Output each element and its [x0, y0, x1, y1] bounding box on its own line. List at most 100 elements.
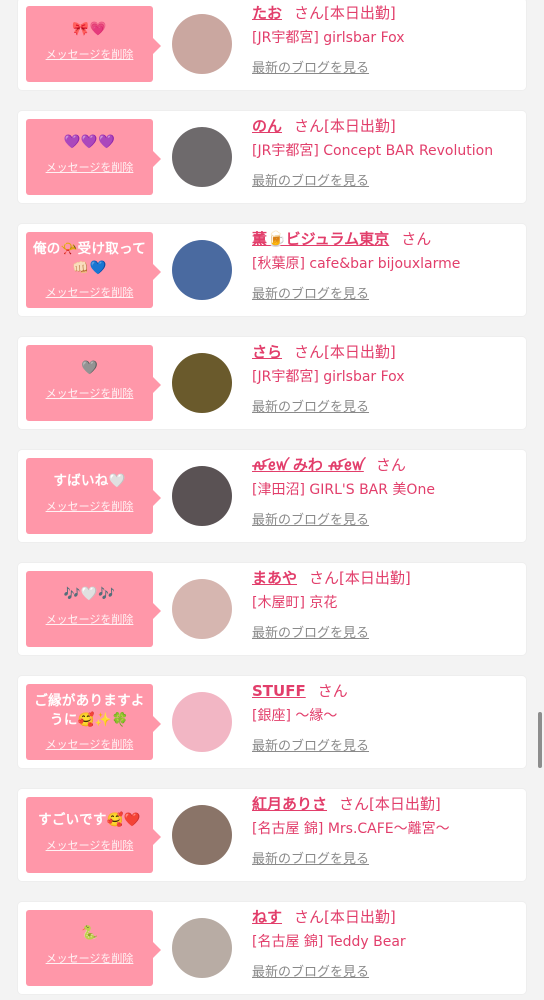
shop-name: [JR宇都宮] girlsbar Fox [252, 369, 405, 385]
message-list: 🎀💗 メッセージを削除 たお さん[本日出勤] [JR宇都宮] girlsbar Fox… [0, 0, 544, 1000]
avatar[interactable] [172, 692, 232, 752]
today-badge: [本日出勤] [324, 4, 396, 22]
delete-message-link[interactable]: メッセージを削除 [46, 46, 134, 62]
honorific: さん [375, 456, 406, 474]
message-card: 🩶 メッセージを削除 さら さん[本日出勤] [JR宇都宮] girlsbar Fox 最… [18, 337, 526, 429]
latest-blog-link[interactable]: 最新のブログを見る [252, 961, 369, 980]
message-bubble: すごいです🥰❤️ メッセージを削除 [26, 797, 161, 873]
cast-name-link[interactable]: さら [252, 343, 282, 361]
honorific: さん [401, 230, 432, 248]
cast-info: たお さん[本日出勤] [JR宇都宮] girlsbar Fox 最新のブログを見る [252, 2, 520, 76]
honorific: さん [317, 682, 348, 700]
latest-blog-link[interactable]: 最新のブログを見る [252, 170, 369, 189]
name-line: 薫🍺ビジュラム東京 さん [252, 228, 520, 250]
delete-message-link[interactable]: メッセージを削除 [46, 837, 134, 853]
name-line: 紅月ありさ さん[本日出勤] [252, 793, 520, 815]
cast-name-link[interactable]: たお [252, 4, 282, 22]
latest-blog-link[interactable]: 最新のブログを見る [252, 57, 369, 76]
message-bubble: 俺の📯受け取って👊🏻💙 メッセージを削除 [26, 232, 161, 308]
cast-name-link[interactable]: まあや [252, 569, 297, 587]
message-bubble: 💜💜💜 メッセージを削除 [26, 119, 161, 195]
message-text: すごいです🥰❤️ [38, 812, 141, 828]
avatar[interactable] [172, 466, 232, 526]
name-line: のん さん[本日出勤] [252, 115, 520, 137]
avatar[interactable] [172, 579, 232, 639]
delete-message-link[interactable]: メッセージを削除 [46, 611, 134, 627]
message-card: 俺の📯受け取って👊🏻💙 メッセージを削除 薫🍺ビジュラム東京 さん [秋葉原] cafe… [18, 224, 526, 316]
message-text: 🐍 [80, 925, 99, 941]
honorific: さん [309, 569, 340, 587]
message-text: 🎶🤍🎶 [63, 586, 116, 602]
cast-info: ねす さん[本日出勤] [名古屋 錦] Teddy Bear 最新のブログを見る [252, 906, 520, 980]
shop-name: [津田沼] GIRL'S BAR 美One [252, 482, 435, 498]
message-card: 🐍 メッセージを削除 ねす さん[本日出勤] [名古屋 錦] Teddy Bear 最新の… [18, 902, 526, 994]
cast-info: ꫛꫀꪝ みわ ꫛꫀꪝ さん [津田沼] GIRL'S BAR 美One 最新のブログを… [252, 454, 520, 528]
avatar[interactable] [172, 805, 232, 865]
message-card: 💜💜💜 メッセージを削除 のん さん[本日出勤] [JR宇都宮] Concept BAR… [18, 111, 526, 203]
message-text: 🩶 [80, 360, 99, 376]
today-badge: [本日出勤] [369, 795, 441, 813]
delete-message-link[interactable]: メッセージを削除 [46, 950, 134, 966]
honorific: さん [339, 795, 370, 813]
avatar[interactable] [172, 918, 232, 978]
delete-message-link[interactable]: メッセージを削除 [46, 736, 134, 752]
avatar[interactable] [172, 353, 232, 413]
name-line: さら さん[本日出勤] [252, 341, 520, 363]
shop-name: [JR宇都宮] Concept BAR Revolution [252, 143, 494, 159]
cast-name-link[interactable]: 薫🍺ビジュラム東京 [252, 230, 389, 248]
scrollbar[interactable] [538, 712, 542, 768]
message-text: ご縁がありますように🥰✨🍀 [34, 693, 145, 728]
avatar[interactable] [172, 127, 232, 187]
message-bubble: 🐍 メッセージを削除 [26, 910, 161, 986]
honorific: さん [294, 117, 325, 135]
message-bubble: 🎶🤍🎶 メッセージを削除 [26, 571, 161, 647]
name-line: まあや さん[本日出勤] [252, 567, 520, 589]
cast-info: まあや さん[本日出勤] [木屋町] 京花 最新のブログを見る [252, 567, 520, 641]
latest-blog-link[interactable]: 最新のブログを見る [252, 509, 369, 528]
message-text: 🎀💗 [72, 21, 107, 37]
latest-blog-link[interactable]: 最新のブログを見る [252, 283, 369, 302]
shop-name: [名古屋 錦] Mrs.CAFE〜離宮〜 [252, 821, 450, 837]
shop-name: [銀座] 〜縁〜 [252, 708, 338, 724]
today-badge: [本日出勤] [339, 569, 411, 587]
latest-blog-link[interactable]: 最新のブログを見る [252, 848, 369, 867]
name-line: STUFF さん [252, 680, 520, 702]
delete-message-link[interactable]: メッセージを削除 [46, 159, 134, 175]
message-bubble: すばいね🤍 メッセージを削除 [26, 458, 161, 534]
cast-name-link[interactable]: ꫛꫀꪝ みわ ꫛꫀꪝ [252, 456, 364, 474]
shop-name: [名古屋 錦] Teddy Bear [252, 934, 406, 950]
latest-blog-link[interactable]: 最新のブログを見る [252, 396, 369, 415]
cast-info: 紅月ありさ さん[本日出勤] [名古屋 錦] Mrs.CAFE〜離宮〜 最新のブログを… [252, 793, 520, 867]
cast-name-link[interactable]: ねす [252, 908, 282, 926]
honorific: さん [294, 343, 325, 361]
name-line: ꫛꫀꪝ みわ ꫛꫀꪝ さん [252, 454, 520, 476]
avatar[interactable] [172, 14, 232, 74]
message-card: ご縁がありますように🥰✨🍀 メッセージを削除 STUFF さん [銀座] 〜縁〜最新のブ… [18, 676, 526, 768]
today-badge: [本日出勤] [324, 117, 396, 135]
delete-message-link[interactable]: メッセージを削除 [46, 498, 134, 514]
avatar[interactable] [172, 240, 232, 300]
message-card: 🎀💗 メッセージを削除 たお さん[本日出勤] [JR宇都宮] girlsbar Fox… [18, 0, 526, 90]
name-line: たお さん[本日出勤] [252, 2, 520, 24]
shop-name: [秋葉原] cafe&bar bijouxlarme [252, 256, 461, 272]
today-badge: [本日出勤] [324, 343, 396, 361]
latest-blog-link[interactable]: 最新のブログを見る [252, 622, 369, 641]
cast-info: のん さん[本日出勤] [JR宇都宮] Concept BAR Revolution… [252, 115, 520, 189]
message-card: 🎶🤍🎶 メッセージを削除 まあや さん[本日出勤] [木屋町] 京花 最新のブログを見る [18, 563, 526, 655]
cast-name-link[interactable]: のん [252, 117, 282, 135]
message-text: 💜💜💜 [63, 134, 116, 150]
delete-message-link[interactable]: メッセージを削除 [46, 284, 134, 300]
delete-message-link[interactable]: メッセージを削除 [46, 385, 134, 401]
message-text: すばいね🤍 [53, 473, 126, 489]
message-card: すごいです🥰❤️ メッセージを削除 紅月ありさ さん[本日出勤] [名古屋 錦] Mrs… [18, 789, 526, 881]
honorific: さん [294, 4, 325, 22]
message-bubble: ご縁がありますように🥰✨🍀 メッセージを削除 [26, 684, 161, 760]
name-line: ねす さん[本日出勤] [252, 906, 520, 928]
cast-info: さら さん[本日出勤] [JR宇都宮] girlsbar Fox 最新のブログを見る [252, 341, 520, 415]
cast-name-link[interactable]: STUFF [252, 682, 306, 700]
shop-name: [JR宇都宮] girlsbar Fox [252, 30, 405, 46]
latest-blog-link[interactable]: 最新のブログを見る [252, 735, 369, 754]
cast-info: STUFF さん [銀座] 〜縁〜最新のブログを見る [252, 680, 520, 754]
message-text: 俺の📯受け取って👊🏻💙 [32, 241, 147, 276]
cast-name-link[interactable]: 紅月ありさ [252, 795, 327, 813]
